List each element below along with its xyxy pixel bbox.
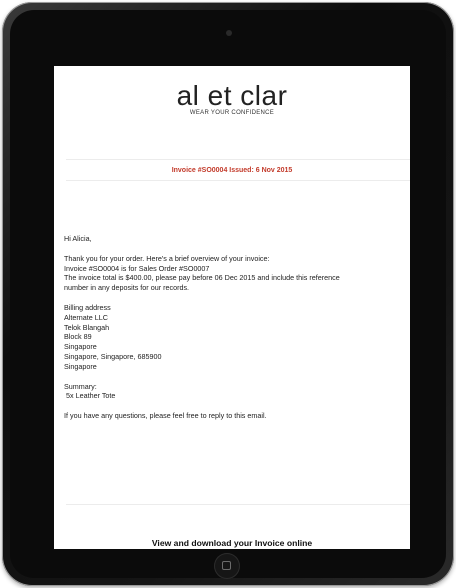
- invoice-header: Invoice #SO0004 Issued: 6 Nov 2015: [171, 167, 293, 174]
- greeting: Hi Alicia,: [64, 234, 92, 243]
- camera-icon: [226, 30, 232, 36]
- billing-line: Singapore: [64, 342, 97, 352]
- header-divider-bottom: [66, 180, 410, 181]
- intro-line: The invoice total is $400.00, please pay…: [64, 273, 340, 283]
- billing-line: Telok Blangah: [64, 322, 110, 332]
- intro-line: Invoice #SO0004 is for Sales Order #SO00…: [64, 263, 210, 273]
- brand-tagline: WEAR YOUR CONFIDENCE: [189, 110, 275, 116]
- billing-line: Block 89: [64, 332, 92, 342]
- billing-line: Alternate LLC: [64, 312, 108, 322]
- closing-line: If you have any questions, please feel f…: [64, 411, 267, 421]
- header-divider-top: [66, 159, 410, 160]
- summary-title: Summary:: [64, 381, 97, 391]
- billing-line: Singapore, Singapore, 685900: [64, 351, 162, 361]
- billing-title: Billing address: [64, 302, 111, 312]
- brand-logo: al et clar WEAR YOUR CONFIDENCE: [54, 80, 410, 117]
- home-button[interactable]: [214, 553, 240, 579]
- footer-divider: [66, 504, 410, 505]
- intro-line: number in any deposits for our records.: [64, 283, 190, 293]
- email-screen: al et clar WEAR YOUR CONFIDENCE Invoice …: [54, 66, 410, 549]
- intro-line: Thank you for your order. Here's a brief…: [64, 253, 270, 263]
- home-square-icon: [222, 561, 231, 570]
- email-body: Hi Alicia, Thank you for your order. Her…: [64, 234, 408, 421]
- billing-line: Singapore: [64, 361, 97, 371]
- brand-name: al et clar: [176, 80, 288, 111]
- summary-item: 5x Leather Tote: [64, 391, 116, 401]
- view-invoice-link[interactable]: View and download your Invoice online: [54, 538, 410, 548]
